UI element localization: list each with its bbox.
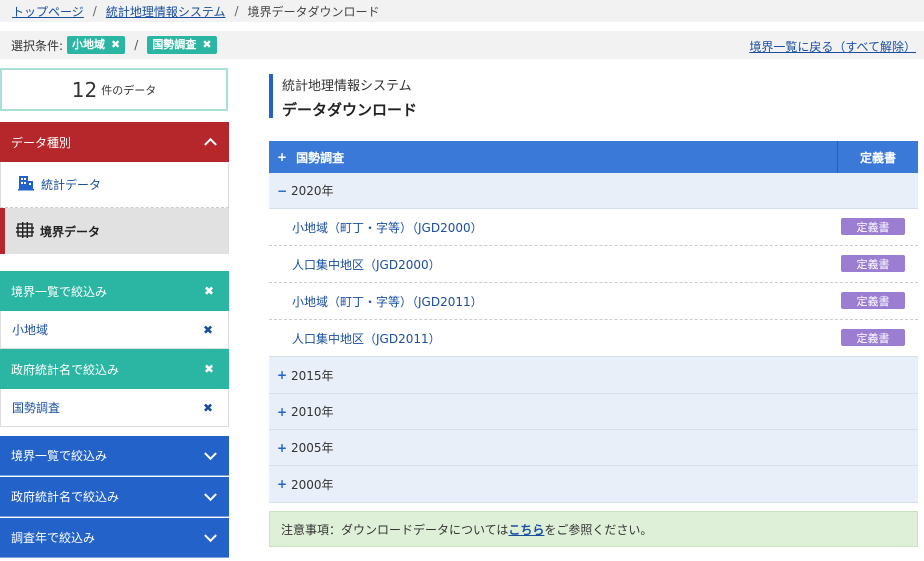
condition-tag-small-area[interactable]: 小地域 ✖ [67, 36, 126, 54]
close-icon[interactable]: ✖ [204, 362, 214, 376]
year-label: 2005年 [291, 441, 334, 455]
condition-tag-label: 国勢調査 [152, 38, 197, 51]
plus-icon: + [277, 368, 288, 382]
plus-icon: + [277, 440, 288, 455]
grid-icon [16, 221, 34, 242]
collapsed-filter-label: 政府統計名で絞込み [11, 490, 120, 504]
condition-tag-census[interactable]: 国勢調査 ✖ [147, 36, 217, 54]
list-item: 小地域（町丁・字等）（JGD2011） 定義書 [269, 283, 918, 320]
page-title: データダウンロード [282, 101, 418, 119]
collapsed-filter-government[interactable]: 政府統計名で絞込み [0, 477, 229, 517]
download-link[interactable]: 小地域（町丁・字等）（JGD2000） [292, 219, 483, 236]
chevron-down-icon [204, 528, 217, 542]
chevron-down-icon [204, 487, 217, 501]
table-header-label: 国勢調査 [296, 150, 345, 165]
list-item: 小地域（町丁・字等）（JGD2000） 定義書 [269, 209, 918, 246]
data-type-header[interactable]: データ種別 [0, 122, 229, 162]
year-label: 2010年 [291, 405, 334, 419]
collapsed-filter-label: 調査年で絞込み [11, 531, 96, 545]
filter-government-header[interactable]: 政府統計名で絞込み ✖ [0, 349, 229, 389]
condition-tag-label: 小地域 [72, 38, 106, 51]
selected-conditions-bar: 選択条件: 小地域 ✖ / 国勢調査 ✖ 境界一覧に戻る（すべて解除） [0, 31, 924, 59]
close-icon[interactable]: ✖ [202, 36, 211, 54]
filter-boundary-header[interactable]: 境界一覧で絞込み ✖ [0, 271, 229, 311]
filter-boundary-header-label: 境界一覧で絞込み [11, 284, 108, 299]
filter-government-header-label: 政府統計名で絞込み [11, 362, 120, 377]
breadcrumb-home-link[interactable]: トップページ [12, 3, 84, 20]
data-type-boundary[interactable]: 境界データ [0, 208, 229, 254]
table-header: + 国勢調査 定義書 [269, 141, 918, 173]
close-icon[interactable]: ✖ [203, 323, 213, 337]
data-type-statistics-label: 統計データ [41, 178, 102, 192]
table-header-definition: 定義書 [837, 141, 918, 173]
filter-government-value[interactable]: 国勢調査 ✖ [0, 389, 229, 427]
filter-boundary-value-label: 小地域 [12, 323, 49, 337]
list-item: 人口集中地区（JGD2011） 定義書 [269, 320, 918, 357]
reset-all-link[interactable]: 境界一覧に戻る（すべて解除） [749, 38, 916, 55]
plus-icon: + [277, 404, 288, 419]
result-count-box: 12 件のデータ [0, 68, 228, 111]
plus-icon: + [277, 150, 288, 164]
definition-button[interactable]: 定義書 [841, 255, 905, 272]
collapsed-filter-label: 境界一覧で絞込み [11, 449, 108, 463]
download-link[interactable]: 人口集中地区（JGD2000） [292, 256, 441, 273]
close-icon[interactable]: ✖ [111, 36, 120, 54]
building-icon [17, 174, 35, 195]
result-count: 12 [71, 77, 98, 102]
notice-box: 注意事項：ダウンロードデータについては こちら をご参照ください。 [269, 511, 918, 547]
minus-icon: − [277, 183, 288, 198]
year-row-2020[interactable]: − 2020年 [269, 173, 918, 209]
breadcrumb-separator: / [234, 4, 239, 18]
definition-button[interactable]: 定義書 [841, 329, 905, 346]
table-header-survey[interactable]: + 国勢調査 [269, 141, 837, 173]
collapsed-filter-year[interactable]: 調査年で絞込み [0, 518, 229, 558]
download-link[interactable]: 小地域（町丁・字等）（JGD2011） [292, 293, 483, 310]
filter-boundary-value[interactable]: 小地域 ✖ [0, 311, 229, 349]
close-icon[interactable]: ✖ [203, 401, 213, 415]
year-label: 2020年 [291, 184, 334, 198]
breadcrumb-system-link[interactable]: 統計地理情報システム [106, 3, 226, 20]
data-type-statistics[interactable]: 統計データ [0, 162, 229, 208]
plus-icon: + [277, 477, 288, 491]
collapsed-filter-boundary[interactable]: 境界一覧で絞込み [0, 436, 229, 476]
year-label: 2015年 [291, 368, 334, 383]
breadcrumb-current: 境界データダウンロード [247, 4, 380, 19]
year-row-2010[interactable]: + 2010年 [269, 394, 918, 430]
breadcrumb-separator: / [92, 4, 97, 18]
chevron-up-icon [204, 137, 217, 151]
data-type-header-label: データ種別 [11, 135, 72, 150]
data-type-boundary-label: 境界データ [40, 224, 101, 239]
system-name: 統計地理情報システム [282, 79, 412, 94]
notice-suffix: をご参照ください。 [544, 522, 653, 537]
notice-prefix: 注意事項：ダウンロードデータについては [281, 522, 509, 537]
conditions-separator: / [134, 38, 139, 52]
year-row-2005[interactable]: + 2005年 [269, 430, 918, 466]
year-row-2000[interactable]: + 2000年 [269, 466, 918, 503]
definition-button[interactable]: 定義書 [841, 218, 905, 235]
definition-button[interactable]: 定義書 [841, 292, 905, 309]
breadcrumb: トップページ / 統計地理情報システム / 境界データダウンロード [0, 0, 924, 22]
download-link[interactable]: 人口集中地区（JGD2011） [292, 330, 441, 347]
notice-link[interactable]: こちら [508, 521, 544, 538]
chevron-down-icon [204, 446, 217, 460]
year-row-2015[interactable]: + 2015年 [269, 357, 918, 394]
page-title-block: 統計地理情報システム データダウンロード [269, 74, 418, 119]
close-icon[interactable]: ✖ [204, 284, 214, 298]
filter-government-value-label: 国勢調査 [12, 401, 61, 415]
list-item: 人口集中地区（JGD2000） 定義書 [269, 246, 918, 283]
conditions-label: 選択条件: [11, 38, 64, 53]
year-label: 2000年 [291, 477, 334, 492]
result-count-unit: 件のデータ [101, 83, 157, 97]
